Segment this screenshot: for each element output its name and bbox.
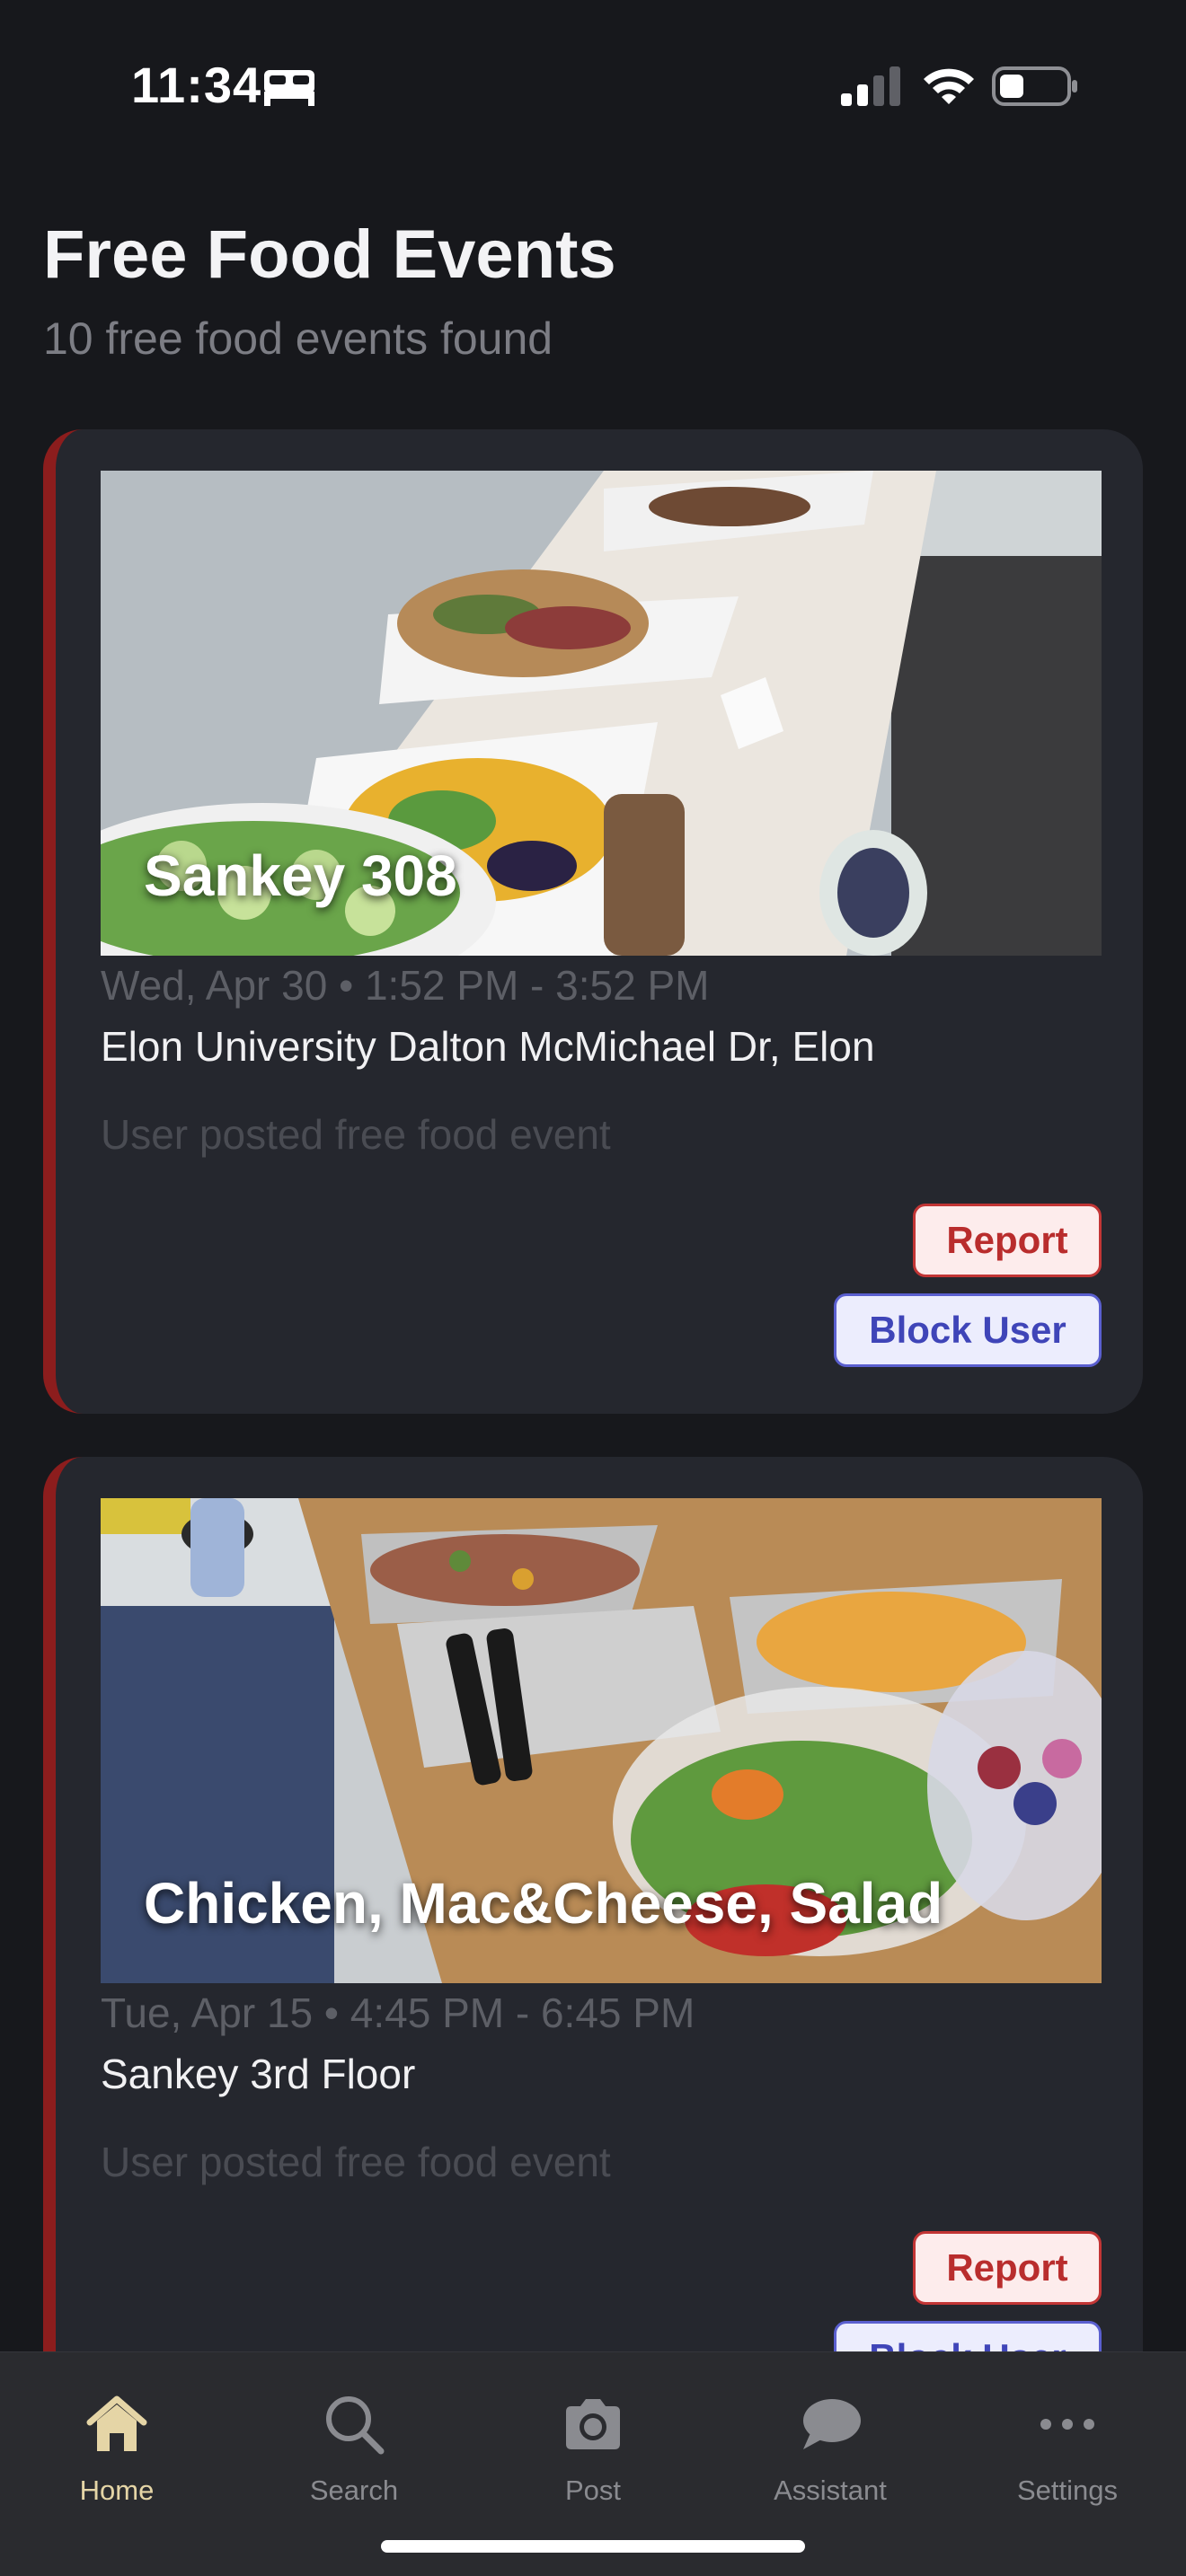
event-title: Sankey 308 bbox=[144, 843, 457, 908]
event-time: Wed, Apr 30 • 1:52 PM - 3:52 PM bbox=[101, 962, 710, 1009]
page-title: Free Food Events bbox=[43, 216, 616, 293]
tab-label: Assistant bbox=[774, 2475, 887, 2506]
tab-post[interactable]: Post bbox=[485, 2374, 701, 2506]
event-photo[interactable]: Chicken, Mac&Cheese, Salad bbox=[101, 1498, 1102, 1983]
battery-icon bbox=[992, 66, 1077, 106]
report-button[interactable]: Report bbox=[913, 2231, 1102, 2305]
tab-label: Home bbox=[79, 2475, 155, 2506]
tab-search[interactable]: Search bbox=[246, 2374, 462, 2506]
home-indicator[interactable] bbox=[381, 2540, 805, 2553]
tab-label: Search bbox=[309, 2475, 399, 2506]
event-location: Elon University Dalton McMichael Dr, Elo… bbox=[101, 1023, 875, 1070]
wifi-icon bbox=[924, 68, 974, 104]
magnifier-icon bbox=[326, 2396, 385, 2455]
status-bar: 11:34 bbox=[0, 0, 1186, 171]
event-title: Chicken, Mac&Cheese, Salad bbox=[144, 1871, 943, 1936]
event-description: User posted free food event bbox=[101, 2139, 611, 2185]
camera-icon bbox=[566, 2399, 620, 2449]
tab-settings[interactable]: Settings bbox=[960, 2374, 1175, 2506]
tab-home[interactable]: Home bbox=[9, 2374, 225, 2506]
signal-icon bbox=[841, 66, 900, 106]
screen: 11:34 Free Food Events 10 free food even… bbox=[0, 0, 1186, 2576]
tab-label: Settings bbox=[1016, 2475, 1118, 2506]
tab-label: Post bbox=[564, 2475, 622, 2506]
status-time: 11:34 bbox=[131, 57, 262, 113]
event-photo[interactable]: Sankey 308 bbox=[101, 471, 1102, 956]
block-user-button[interactable]: Block User bbox=[834, 1293, 1102, 1367]
house-icon bbox=[86, 2395, 147, 2451]
events-count-subtitle: 10 free food events found bbox=[43, 313, 553, 364]
event-time: Tue, Apr 15 • 4:45 PM - 6:45 PM bbox=[101, 1989, 695, 2036]
ellipsis-icon bbox=[1040, 2419, 1094, 2430]
bed-icon bbox=[264, 70, 314, 106]
event-description: User posted free food event bbox=[101, 1111, 611, 1158]
event-location: Sankey 3rd Floor bbox=[101, 2051, 416, 2097]
chat-bubble-icon bbox=[803, 2399, 861, 2449]
report-button[interactable]: Report bbox=[913, 1204, 1102, 1277]
tab-assistant[interactable]: Assistant bbox=[722, 2374, 938, 2506]
event-card[interactable]: Sankey 308 Wed, Apr 30 • 1:52 PM - 3:52 … bbox=[43, 429, 1143, 1414]
